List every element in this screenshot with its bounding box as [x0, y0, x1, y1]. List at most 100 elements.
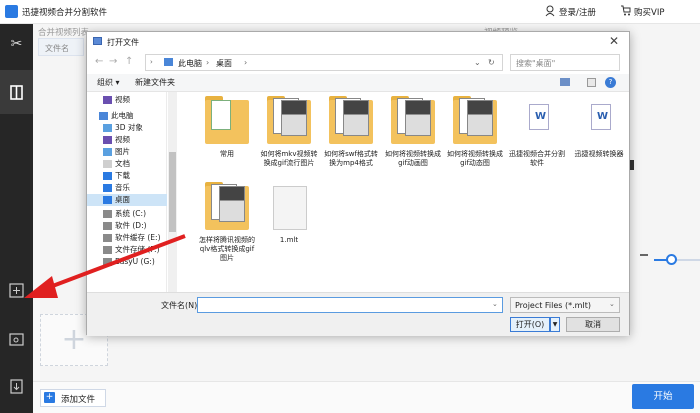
document-thumbnail — [211, 100, 231, 130]
filetype-dropdown-icon[interactable]: ⌄ — [609, 300, 615, 308]
app-logo-icon — [5, 5, 18, 18]
video-icon — [103, 96, 112, 104]
breadcrumb-pc[interactable]: 此电脑 — [178, 58, 202, 69]
merge-list-title: 合并视频列表 — [38, 28, 90, 38]
nav-item[interactable]: 此电脑 — [87, 110, 167, 122]
nav-item[interactable]: 音乐 — [87, 182, 167, 194]
add-media-icon[interactable] — [8, 330, 25, 347]
document-thumbnail — [219, 186, 245, 222]
picture-icon — [103, 148, 112, 156]
nav-item-label: 此电脑 — [111, 111, 134, 120]
file-item[interactable]: W 迅捷视频合并分割软件 — [507, 96, 567, 182]
refresh-icon[interactable]: ↻ — [488, 58, 495, 67]
dialog-folder-icon — [93, 37, 102, 45]
dropdown-icon[interactable]: ⌄ — [474, 58, 481, 67]
document-thumbnail — [343, 100, 369, 136]
document-thumbnail — [467, 100, 493, 136]
file-item[interactable]: 怎样将腾讯视频的qlv格式转换成gif图片 — [197, 182, 257, 268]
nav-scrollbar-thumb[interactable] — [169, 152, 176, 232]
file-item[interactable]: 1.mlt — [259, 182, 319, 268]
open-button[interactable]: 打开(O) — [510, 317, 550, 332]
file-item[interactable]: 如何将swf格式转换为mp4格式 — [321, 96, 381, 182]
preview-pane-icon[interactable] — [587, 78, 596, 87]
nav-item[interactable]: 3D 对象 — [87, 122, 167, 134]
nav-item-label: 视频 — [115, 135, 130, 144]
file-item[interactable]: 如何将视频转换成gif动态图 — [445, 96, 505, 182]
nav-item[interactable]: 桌面 — [87, 194, 167, 206]
add-file-icon: + — [44, 392, 55, 403]
nav-item[interactable]: 文档 — [87, 158, 167, 170]
file-label: 怎样将腾讯视频的qlv格式转换成gif图片 — [199, 236, 255, 262]
nav-item[interactable]: 视频 — [87, 134, 167, 146]
nav-item-label: 下载 — [115, 171, 130, 180]
file-item[interactable]: W 迅捷视频转换器 — [569, 96, 629, 182]
dialog-titlebar: 打开文件 ✕ — [87, 32, 629, 52]
nav-item-label: 文档 — [115, 159, 130, 168]
dialog-toolbar: 组织 ▾ 新建文件夹 ? — [87, 74, 629, 92]
filename-column-header: 文件名 — [38, 38, 84, 56]
document-thumbnail — [281, 100, 307, 136]
file-item[interactable]: 如何将视频转换成gif动画图 — [383, 96, 443, 182]
word-document-icon: W — [529, 104, 549, 130]
up-arrow-icon[interactable]: ↑ — [125, 56, 133, 67]
scissors-icon[interactable]: ✂ — [8, 36, 25, 53]
computer-icon — [99, 112, 108, 120]
nav-item[interactable]: 下载 — [87, 170, 167, 182]
user-icon[interactable] — [545, 5, 555, 17]
start-button[interactable]: 开始 — [632, 384, 694, 409]
back-arrow-icon[interactable]: ← — [95, 56, 103, 67]
filename-dropdown-icon[interactable]: ⌄ — [492, 300, 498, 308]
nav-item-label: 3D 对象 — [115, 123, 143, 132]
view-options-icon[interactable] — [560, 78, 570, 86]
breadcrumb-sep: › — [244, 58, 248, 67]
nav-item-label: 图片 — [115, 147, 130, 156]
document-thumbnail — [405, 100, 431, 136]
file-item[interactable]: 常用 — [197, 96, 257, 182]
dialog-nav-row: ← → ↑ › 此电脑 › 桌面 › ⌄ ↻ 搜索"桌面" — [87, 52, 629, 74]
file-label: 迅捷视频合并分割软件 — [509, 150, 565, 167]
nav-item-label: 桌面 — [115, 195, 130, 204]
drive-icon — [103, 210, 112, 218]
dialog-close-icon[interactable]: ✕ — [609, 34, 619, 48]
cancel-button[interactable]: 取消 — [566, 317, 620, 332]
blank-file-icon — [273, 186, 307, 230]
music-icon — [103, 184, 112, 192]
cart-icon[interactable] — [620, 5, 631, 16]
nav-item[interactable]: 视频 — [87, 94, 167, 106]
nav-item-label: 视频 — [115, 95, 130, 104]
app-title: 迅捷视频合并分割软件 — [22, 8, 108, 18]
3d-icon — [103, 124, 112, 132]
nav-item[interactable]: 图片 — [87, 146, 167, 158]
nav-item[interactable]: 系统 (C:) — [87, 208, 167, 220]
zoom-slider-knob[interactable] — [666, 254, 677, 265]
login-link[interactable]: 登录/注册 — [559, 6, 596, 18]
document-icon — [103, 160, 112, 168]
filename-input[interactable] — [197, 297, 503, 313]
new-folder-button[interactable]: 新建文件夹 — [135, 77, 175, 88]
search-input[interactable]: 搜索"桌面" — [510, 54, 620, 71]
merge-video-icon[interactable] — [8, 84, 25, 101]
file-label: 如何将视频转换成gif动态图 — [447, 150, 503, 167]
bottom-bar — [33, 381, 700, 413]
nav-item-label: 系统 (C:) — [115, 209, 146, 218]
address-bar[interactable]: › 此电脑 › 桌面 › ⌄ ↻ — [145, 54, 503, 71]
file-label: 常用 — [220, 150, 234, 158]
help-icon[interactable]: ? — [605, 77, 616, 88]
organize-button[interactable]: 组织 ▾ — [97, 77, 120, 88]
red-annotation-arrow-icon — [24, 234, 186, 298]
zoom-out-icon[interactable] — [640, 254, 648, 256]
filetype-select[interactable]: Project Files (*.mlt) — [510, 297, 620, 313]
chevron-icon: › — [150, 58, 153, 66]
open-dropdown-icon[interactable]: ▼ — [550, 317, 560, 332]
buy-vip-link[interactable]: 购买VIP — [634, 6, 664, 18]
export-icon[interactable] — [8, 378, 25, 395]
desktop-icon — [103, 196, 112, 204]
file-pane: 常用 如何将mkv视频转换成gif流行图片 如何将swf格式转换为mp4格式 如何将视… — [177, 92, 629, 292]
title-bar: 迅捷视频合并分割软件 登录/注册 购买VIP — [0, 0, 700, 24]
word-document-icon: W — [591, 104, 611, 130]
file-label: 如何将mkv视频转换成gif流行图片 — [260, 150, 318, 167]
forward-arrow-icon[interactable]: → — [109, 56, 117, 67]
breadcrumb-desktop[interactable]: 桌面 — [216, 58, 232, 69]
file-item[interactable]: 如何将mkv视频转换成gif流行图片 — [259, 96, 319, 182]
file-label: 1.mlt — [279, 236, 299, 244]
